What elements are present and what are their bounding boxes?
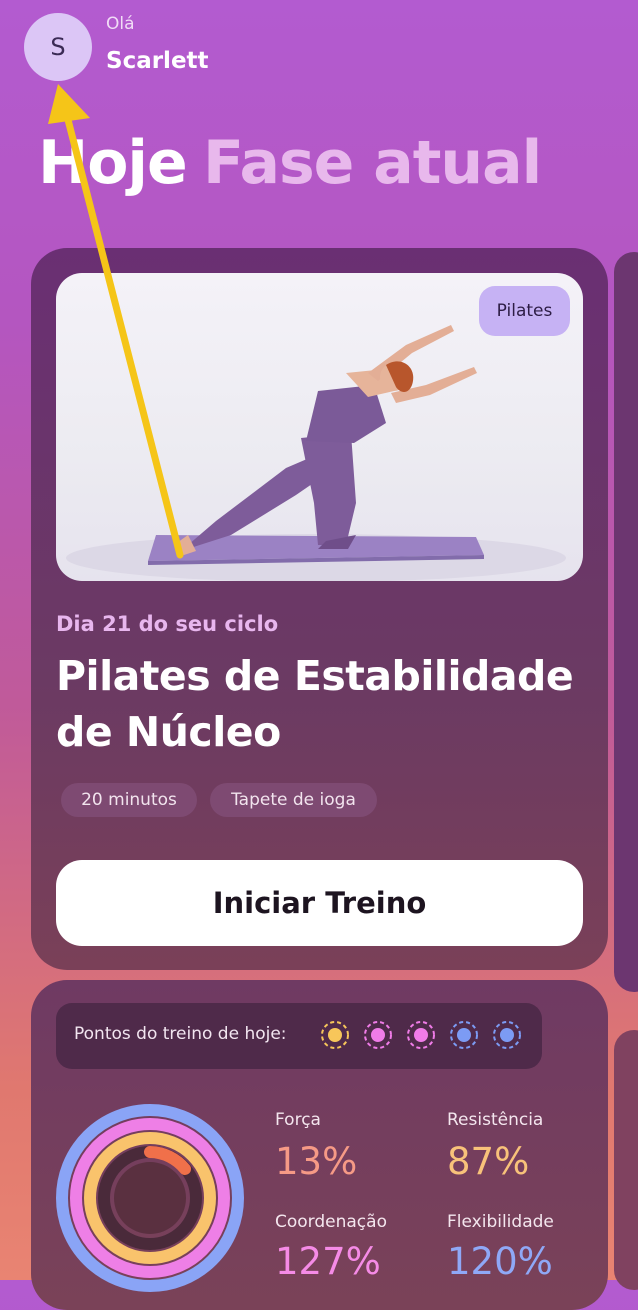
stat-value-coordenacao: 127% <box>275 1240 381 1283</box>
pink-dot-icon <box>407 1021 435 1049</box>
blue-dot-icon <box>493 1021 521 1049</box>
blue-dot-icon <box>450 1021 478 1049</box>
stat-label-resistencia: Resistência <box>447 1110 544 1130</box>
stat-value-resistencia: 87% <box>447 1140 530 1183</box>
equipment-chip: Tapete de ioga <box>210 783 377 817</box>
duration-chip: 20 minutos <box>61 783 197 817</box>
stat-value-forca: 13% <box>275 1140 358 1183</box>
next-card-peek-lower <box>614 1030 638 1290</box>
stat-label-coordenacao: Coordenação <box>275 1212 387 1232</box>
cycle-day-label: Dia 21 do seu ciclo <box>56 612 279 636</box>
start-workout-button[interactable]: Iniciar Treino <box>56 860 583 946</box>
annotation-arrow-icon <box>48 84 184 559</box>
points-label: Pontos do treino de hoje: <box>74 1024 287 1044</box>
stat-value-flexibilidade: 120% <box>447 1240 553 1283</box>
stat-label-forca: Força <box>275 1110 321 1130</box>
workout-title: Pilates de Estabilidade de Núcleo <box>56 652 574 756</box>
training-rings-icon <box>56 1104 244 1292</box>
pink-dot-icon <box>364 1021 392 1049</box>
stat-label-flexibilidade: Flexibilidade <box>447 1212 554 1232</box>
yellow-dot-icon <box>321 1021 349 1049</box>
